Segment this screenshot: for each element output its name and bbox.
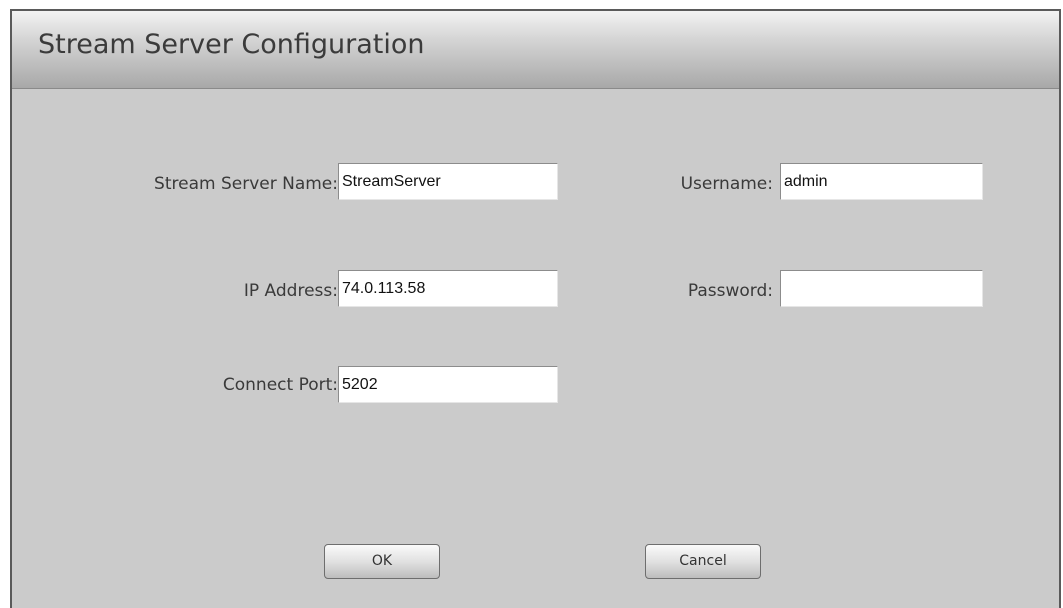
ok-button[interactable]: OK (324, 544, 440, 579)
stream-server-config-dialog: Stream Server Configuration Stream Serve… (10, 9, 1061, 608)
server-name-input[interactable]: StreamServer (338, 163, 558, 200)
dialog-title: Stream Server Configuration (38, 29, 425, 60)
connect-port-input[interactable]: 5202 (338, 366, 558, 403)
cancel-button[interactable]: Cancel (645, 544, 761, 579)
password-input[interactable] (780, 270, 983, 307)
password-label: Password: (687, 281, 773, 301)
ip-address-label: IP Address: (243, 281, 338, 301)
dialog-titlebar: Stream Server Configuration (12, 11, 1059, 89)
ip-address-input[interactable]: 74.0.113.58 (338, 270, 558, 307)
username-label: Username: (680, 174, 773, 194)
server-name-label: Stream Server Name: (154, 174, 338, 194)
username-input[interactable]: admin (780, 163, 983, 200)
connect-port-label: Connect Port: (222, 375, 338, 395)
